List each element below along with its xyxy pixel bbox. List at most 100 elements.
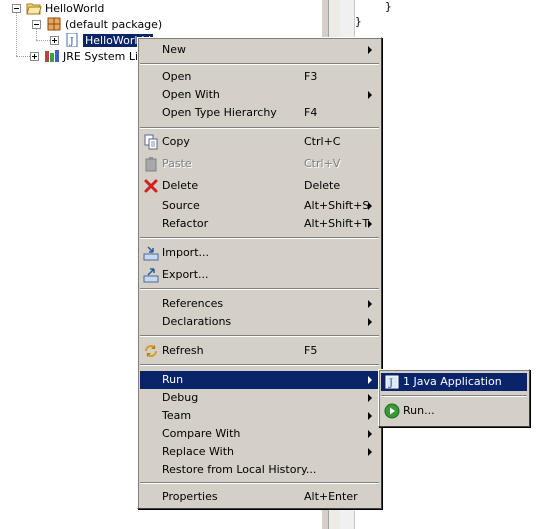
java-application-icon: J — [384, 374, 400, 390]
menu-item-team[interactable]: Team — [140, 407, 379, 425]
context-menu: New Open F3 Open With Open Type Hierarch… — [137, 37, 382, 509]
paste-icon — [143, 156, 159, 172]
library-icon — [44, 49, 60, 63]
menu-item-label: Team — [162, 409, 192, 422]
menu-item-label: Import... — [162, 246, 209, 259]
code-editor[interactable]: } } — [355, 0, 536, 529]
submenu-item-java-application[interactable]: J 1 Java Application — [381, 373, 527, 391]
menu-item-label: Properties — [162, 490, 218, 503]
menu-item-shortcut: Ctrl+C — [304, 135, 341, 148]
tree-item-jre-library[interactable]: JRE System Lib — [30, 48, 145, 64]
menu-item-shortcut: Ctrl+V — [304, 157, 341, 170]
menu-item-label: Debug — [162, 391, 199, 404]
collapse-toggle[interactable] — [12, 3, 21, 13]
collapse-toggle[interactable] — [32, 19, 41, 29]
menu-item-shortcut: F4 — [304, 106, 318, 119]
submenu-arrow-icon — [368, 430, 372, 438]
menu-item-label: Open — [162, 70, 192, 83]
code-line: } — [385, 0, 392, 13]
project-label: HelloWorld — [45, 1, 105, 15]
run-submenu: J 1 Java Application Run... — [378, 369, 530, 427]
import-icon — [143, 245, 159, 261]
menu-item-import[interactable]: Import... — [140, 244, 379, 262]
menu-item-export[interactable]: Export... — [140, 266, 379, 284]
submenu-arrow-icon — [368, 220, 372, 228]
submenu-arrow-icon — [368, 46, 372, 54]
menu-separator — [381, 395, 527, 397]
submenu-arrow-icon — [368, 300, 372, 308]
submenu-item-run-dialog[interactable]: Run... — [381, 402, 527, 420]
submenu-arrow-icon — [368, 318, 372, 326]
menu-item-open-with[interactable]: Open With — [140, 86, 379, 104]
library-label: JRE System Lib — [63, 49, 146, 63]
menu-item-label: Refresh — [162, 344, 204, 357]
menu-item-label: Copy — [162, 135, 190, 148]
menu-item-run[interactable]: Run — [140, 371, 379, 389]
menu-item-label: Declarations — [162, 315, 232, 328]
menu-item-label: 1 Java Application — [403, 375, 502, 388]
menu-item-label: References — [162, 297, 224, 310]
submenu-arrow-icon — [368, 91, 372, 99]
menu-item-debug[interactable]: Debug — [140, 389, 379, 407]
copy-icon — [143, 134, 159, 150]
menu-separator — [140, 364, 379, 366]
submenu-arrow-icon — [368, 448, 372, 456]
menu-item-delete[interactable]: Delete Delete — [140, 177, 379, 195]
menu-separator — [140, 288, 379, 290]
tree-item-project[interactable]: HelloWorld — [12, 0, 104, 16]
package-label: (default package) — [65, 17, 163, 31]
menu-separator — [140, 335, 379, 337]
run-icon — [384, 403, 400, 419]
submenu-arrow-icon — [368, 202, 372, 210]
menu-item-source[interactable]: Source Alt+Shift+S — [140, 197, 379, 215]
menu-item-label: Open With — [162, 88, 220, 101]
menu-item-declarations[interactable]: Declarations — [140, 313, 379, 331]
menu-item-compare-with[interactable]: Compare With — [140, 425, 379, 443]
delete-icon — [143, 178, 159, 194]
menu-item-shortcut: F5 — [304, 344, 318, 357]
submenu-arrow-icon — [368, 412, 372, 420]
open-folder-icon — [26, 1, 42, 15]
menu-item-refresh[interactable]: Refresh F5 — [140, 342, 379, 360]
tree-line — [16, 56, 30, 57]
menu-item-new[interactable]: New — [140, 41, 379, 59]
menu-item-label: Run — [162, 373, 184, 386]
menu-item-label: Delete — [162, 179, 199, 192]
export-icon — [143, 267, 159, 283]
menu-item-paste[interactable]: Paste Ctrl+V — [140, 155, 379, 173]
tree-line — [36, 40, 50, 41]
menu-item-shortcut: Alt+Enter — [304, 490, 358, 503]
code-line: } — [355, 15, 362, 28]
menu-item-label: Paste — [162, 157, 192, 170]
java-file-icon: J — [64, 32, 80, 48]
menu-item-shortcut: Delete — [304, 179, 341, 192]
expand-toggle[interactable] — [50, 35, 59, 45]
menu-separator — [140, 63, 379, 65]
menu-item-copy[interactable]: Copy Ctrl+C — [140, 133, 379, 151]
menu-item-open[interactable]: Open F3 — [140, 68, 379, 86]
menu-item-label: Run... — [403, 404, 435, 417]
menu-item-shortcut: Alt+Shift+S — [304, 199, 370, 212]
package-icon — [46, 17, 62, 31]
menu-separator — [140, 127, 379, 129]
menu-item-label: Export... — [162, 268, 209, 281]
menu-item-refactor[interactable]: Refactor Alt+Shift+T — [140, 215, 379, 233]
expand-toggle[interactable] — [30, 51, 39, 61]
menu-item-open-type-hierarchy[interactable]: Open Type Hierarchy F4 — [140, 104, 379, 122]
menu-item-replace-with[interactable]: Replace With — [140, 443, 379, 461]
menu-item-label: Restore from Local History... — [162, 463, 317, 476]
menu-item-label: Replace With — [162, 445, 234, 458]
tree-item-package[interactable]: (default package) — [32, 16, 162, 32]
menu-item-label: Source — [162, 199, 200, 212]
menu-item-restore-local-history[interactable]: Restore from Local History... — [140, 461, 379, 479]
menu-item-label: Refactor — [162, 217, 209, 230]
svg-text:J: J — [69, 37, 74, 47]
menu-item-label: Open Type Hierarchy — [162, 106, 277, 119]
refresh-icon — [143, 343, 159, 359]
menu-item-label: New — [162, 43, 186, 56]
menu-separator — [140, 482, 379, 484]
tree-line — [16, 12, 17, 56]
menu-item-properties[interactable]: Properties Alt+Enter — [140, 488, 379, 506]
menu-item-references[interactable]: References — [140, 295, 379, 313]
menu-item-shortcut: Alt+Shift+T — [304, 217, 370, 230]
